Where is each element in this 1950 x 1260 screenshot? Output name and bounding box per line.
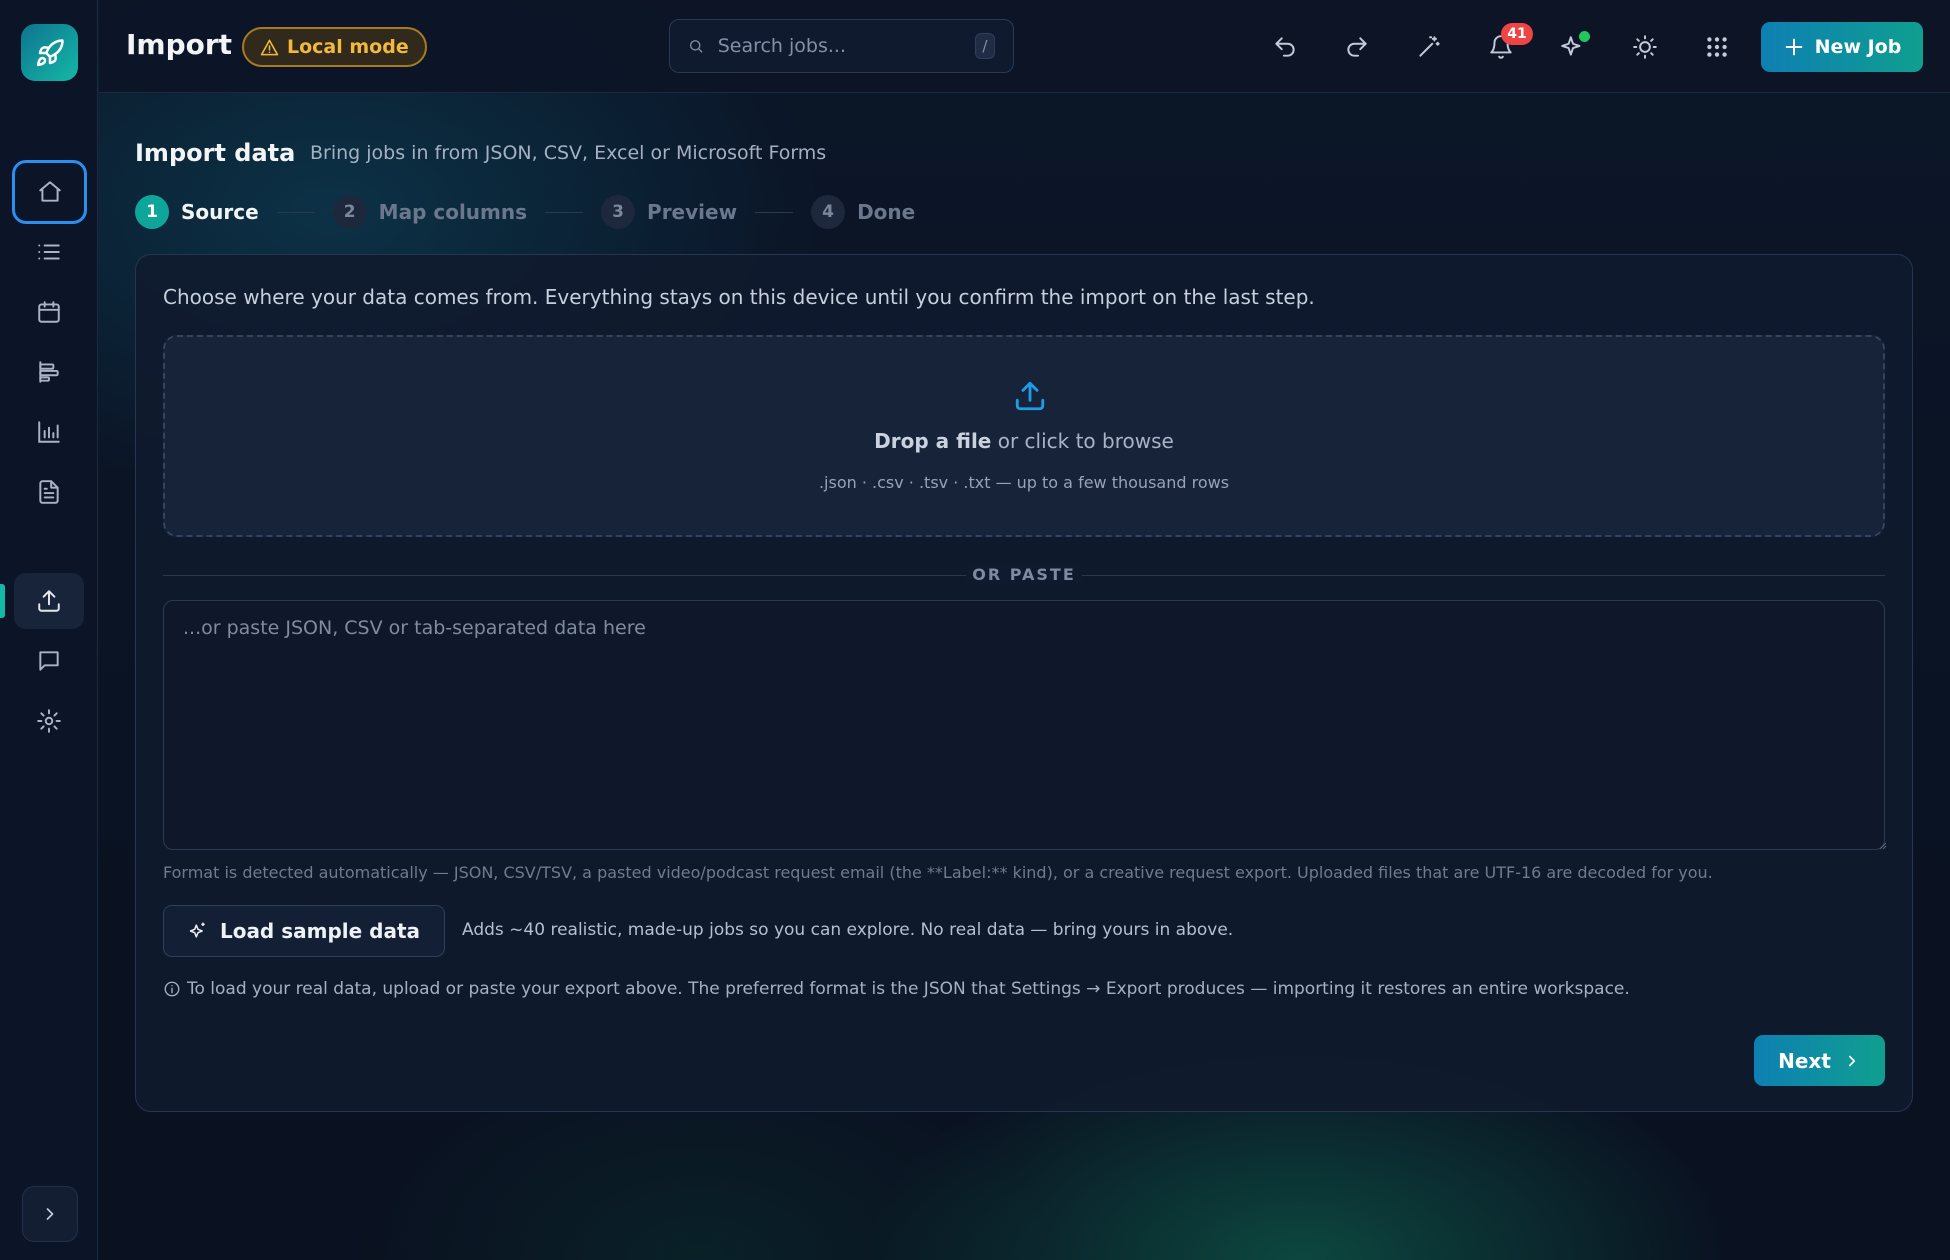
search-box[interactable]: / — [669, 19, 1014, 73]
dropzone-label-strong: Drop a file — [874, 429, 992, 453]
search-shortcut-hint: / — [974, 33, 995, 59]
redo-button[interactable] — [1333, 23, 1381, 71]
section-title: Import data — [135, 139, 296, 167]
plus-icon — [1785, 38, 1802, 56]
resize-grip-icon[interactable] — [1877, 840, 1887, 850]
ai-assistant-button[interactable] — [1549, 23, 1597, 71]
main-content: Import data Bring jobs in from JSON, CSV… — [99, 93, 1950, 1260]
load-sample-data-button[interactable]: Load sample data — [163, 905, 445, 957]
search-icon — [689, 40, 703, 53]
new-job-label: New Job — [1814, 36, 1902, 58]
info-text: To load your real data, upload or paste … — [187, 979, 1630, 999]
bar-chart-icon — [38, 421, 60, 443]
step-connector — [755, 211, 794, 213]
format-note: Format is detected automatically — JSON,… — [163, 863, 1713, 882]
step-number: 4 — [811, 195, 846, 229]
source-card: Choose where your data comes from. Every… — [135, 254, 1913, 1112]
step-connector — [276, 211, 315, 213]
step-number: 3 — [601, 195, 636, 229]
document-icon — [39, 480, 59, 504]
undo-button[interactable] — [1261, 23, 1309, 71]
mode-badge-label: Local mode — [287, 36, 409, 58]
divider-label: OR PASTE — [136, 565, 1912, 584]
step-label: Preview — [647, 200, 738, 224]
sidebar-item-calendar[interactable] — [14, 284, 84, 340]
step-label: Source — [181, 200, 259, 224]
message-icon — [39, 651, 59, 671]
step-connector — [545, 211, 584, 213]
new-job-button[interactable]: New Job — [1761, 22, 1923, 72]
sparkles-icon — [189, 922, 205, 938]
magic-wand-icon — [1419, 36, 1440, 57]
file-dropzone[interactable]: Drop a file or click to browse .json · .… — [163, 335, 1885, 537]
step-preview[interactable]: 3 Preview — [601, 195, 737, 229]
calendar-icon — [38, 301, 60, 323]
home-icon — [38, 181, 61, 202]
upload-icon — [38, 590, 60, 612]
redo-icon — [1347, 37, 1367, 57]
paste-data-textarea[interactable] — [163, 600, 1885, 850]
dropzone-label-rest: or click to browse — [991, 429, 1174, 453]
dropzone-label: Drop a file or click to browse — [165, 429, 1883, 453]
theme-toggle-button[interactable] — [1621, 23, 1669, 71]
sidebar — [0, 0, 98, 1260]
step-map-columns[interactable]: 2 Map columns — [332, 195, 528, 229]
notifications-badge: 41 — [1501, 23, 1533, 45]
dropzone-hint: .json · .csv · .tsv · .txt — up to a few… — [818, 473, 1230, 492]
step-label: Map columns — [378, 200, 528, 224]
next-label: Next — [1778, 1048, 1831, 1073]
chevron-right-icon — [1848, 1055, 1855, 1066]
magic-wand-button[interactable] — [1405, 23, 1453, 71]
local-mode-badge[interactable]: Local mode — [242, 27, 427, 67]
source-intro: Choose where your data comes from. Every… — [163, 285, 1315, 309]
notifications-button[interactable]: 41 — [1477, 23, 1533, 71]
sidebar-item-timeline[interactable] — [14, 344, 84, 400]
list-icon — [38, 244, 60, 260]
sample-note: Adds ~40 realistic, made-up jobs so you … — [462, 920, 1234, 940]
sun-icon — [1633, 35, 1657, 59]
sidebar-item-reports[interactable] — [14, 404, 84, 460]
sidebar-expand-button[interactable] — [22, 1186, 78, 1242]
upload-icon — [1015, 381, 1045, 411]
step-label: Done — [857, 200, 916, 224]
topbar: Import Local mode / 41 New Job — [99, 0, 1950, 93]
grid-icon — [1707, 37, 1727, 57]
app-logo[interactable] — [21, 24, 78, 81]
page-title: Import — [126, 28, 233, 61]
status-dot — [1579, 31, 1590, 42]
import-stepper: 1 Source 2 Map columns 3 Preview 4 Done — [135, 193, 915, 231]
active-indicator — [0, 584, 5, 618]
load-sample-label: Load sample data — [219, 919, 421, 943]
undo-icon — [1275, 37, 1295, 57]
next-button[interactable]: Next — [1754, 1035, 1885, 1086]
step-number: 2 — [332, 195, 367, 229]
info-icon — [164, 981, 180, 997]
divider-text: OR PASTE — [966, 565, 1082, 584]
sidebar-item-import[interactable] — [14, 573, 84, 629]
step-done[interactable]: 4 Done — [811, 195, 915, 229]
sidebar-item-settings[interactable] — [14, 693, 84, 749]
sidebar-item-documents[interactable] — [14, 464, 84, 520]
chevron-right-icon — [46, 1208, 54, 1220]
import-info-line: To load your real data, upload or paste … — [163, 979, 1630, 999]
step-source[interactable]: 1 Source — [135, 195, 259, 229]
section-subtitle: Bring jobs in from JSON, CSV, Excel or M… — [310, 142, 827, 164]
sidebar-item-list[interactable] — [14, 224, 84, 280]
search-input[interactable] — [717, 35, 961, 57]
step-number: 1 — [135, 195, 169, 229]
rocket-icon — [36, 38, 64, 66]
sidebar-item-messages[interactable] — [14, 633, 84, 689]
gear-icon — [37, 709, 61, 733]
timeline-icon — [39, 361, 59, 383]
apps-grid-button[interactable] — [1693, 23, 1741, 71]
sidebar-item-home[interactable] — [12, 160, 87, 224]
warning-icon — [260, 39, 279, 55]
